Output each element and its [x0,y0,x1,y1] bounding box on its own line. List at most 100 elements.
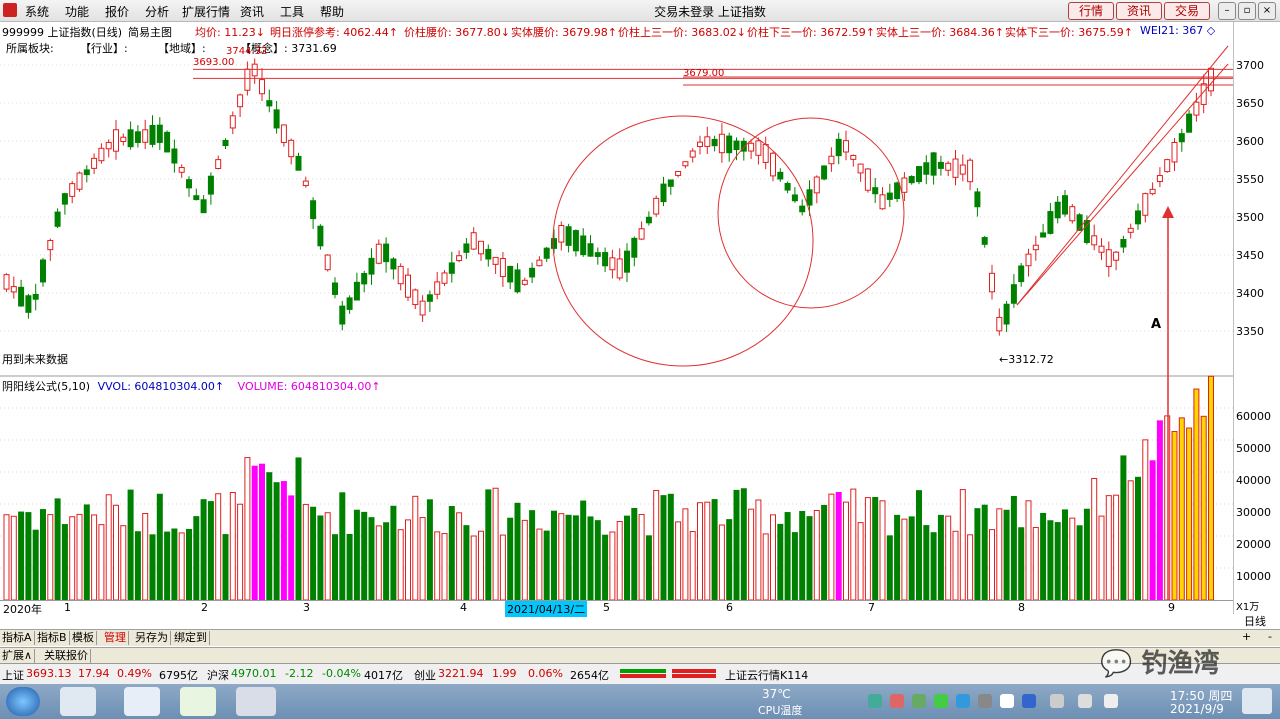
volume-bar [76,513,83,601]
tray-icon[interactable] [978,694,992,708]
volume-bar [704,501,711,601]
tray-icon[interactable] [912,694,926,708]
volume-bar [1149,460,1156,601]
candle [616,258,623,279]
browser-360-icon[interactable] [180,687,216,716]
tab-indicator-b[interactable]: 指标B [35,631,70,645]
candle [908,176,915,184]
chart-mode[interactable]: 简易主图 [128,24,172,40]
candle [1091,235,1098,246]
network-icon[interactable] [1050,694,1064,708]
hs-label: 沪深 [207,669,229,682]
volume-bar [1010,495,1017,601]
tab-template[interactable]: 模板 [70,631,97,645]
tray-icon[interactable] [956,694,970,708]
volume-bar [98,524,105,601]
menu-analysis[interactable]: 分析 [145,3,169,20]
restore-icon[interactable]: ▫ [1238,2,1256,20]
wechat-tray-icon[interactable] [934,694,948,708]
candle [704,136,711,147]
volume-bar [733,489,740,601]
volume-bar [426,499,433,601]
tab-save-as[interactable]: 另存为 [133,631,171,645]
volume-bar [901,518,908,601]
tray-icon[interactable] [868,694,882,708]
candle [156,124,163,143]
candle [1149,188,1156,195]
candle [405,274,411,298]
candle [872,187,879,195]
volume-tick: 10000 [1236,570,1271,583]
body-waist: 实体腰价: 3679.98↑ [511,26,617,39]
menu-extended[interactable]: 扩展行情 [182,3,230,20]
candle [784,182,791,191]
candle [1135,210,1141,225]
trade-button[interactable]: 交易 [1164,2,1210,20]
minimize-icon[interactable]: – [1218,2,1236,20]
volume-bar [543,530,550,601]
year-label: 2020年 [3,603,42,616]
baidu-netdisk-icon[interactable] [124,687,160,716]
volume-bar [280,481,287,601]
volume-bar [821,504,828,601]
pinwheel-app-icon[interactable] [60,687,96,716]
candle [777,171,784,180]
candle [1040,232,1047,238]
chart-svg [0,45,1233,602]
candle [843,140,849,153]
vvol-value: VVOL: 604810304.00↑ [97,380,225,393]
menu-quote[interactable]: 报价 [105,3,129,20]
add-icon[interactable]: + [1242,630,1251,643]
candle [726,135,733,154]
tab-indicator-a[interactable]: 指标A [0,631,35,645]
candle [76,172,83,190]
volume-bar [193,516,200,601]
tray-icon[interactable] [1000,694,1014,708]
candle [770,152,776,177]
bluetooth-icon[interactable] [1022,694,1036,708]
volume-bar [748,508,755,601]
candle [718,133,725,154]
volume-bar [69,516,76,601]
kline-chart[interactable] [0,22,1233,614]
app-logo-icon[interactable] [3,3,17,17]
volume-bar [1047,520,1054,601]
tray-icon[interactable] [890,694,904,708]
clock-date[interactable]: 2021/9/9 [1170,702,1224,716]
period-label[interactable]: 日线 [1244,613,1266,629]
candle [40,259,46,283]
remove-icon[interactable]: - [1268,630,1272,643]
volume-bar [149,534,156,601]
menu-news[interactable]: 资讯 [240,3,264,20]
candle [346,297,353,310]
candle [186,179,192,189]
cloud-quote[interactable]: 上证云行情K114 [725,667,808,683]
start-button-icon[interactable] [6,687,40,716]
tab-manage[interactable]: 管理 [102,631,129,645]
quote-button[interactable]: 行情 [1068,2,1114,20]
candle [959,164,966,175]
candle [105,141,112,150]
notification-icon[interactable] [1242,688,1272,714]
menu-function[interactable]: 功能 [65,3,89,20]
candle [134,131,141,143]
keyboard-icon[interactable] [1104,694,1118,708]
price-tick: 3400 [1236,287,1264,300]
candle [288,139,295,158]
next-limit: 明日涨停参考: 4062.44↑ [270,26,398,39]
cpu-label: CPU温度 [758,704,803,717]
menu-help[interactable]: 帮助 [320,3,344,20]
trading-app-icon[interactable] [236,687,276,716]
volume-icon[interactable] [1078,694,1092,708]
candle [259,79,265,95]
menu-system[interactable]: 系统 [25,3,49,20]
menu-tools[interactable]: 工具 [280,3,304,20]
volume-formula[interactable]: 阴阳线公式(5,10) [2,380,90,393]
news-button[interactable]: 资讯 [1116,2,1162,20]
volume-bar [1032,526,1039,601]
candle [1164,159,1171,173]
tab-related-quotes[interactable]: 关联报价 [42,649,91,663]
tab-expand[interactable]: 扩展∧ [0,649,36,663]
close-icon[interactable]: × [1258,2,1276,20]
tab-bind-to[interactable]: 绑定到 [172,631,210,645]
